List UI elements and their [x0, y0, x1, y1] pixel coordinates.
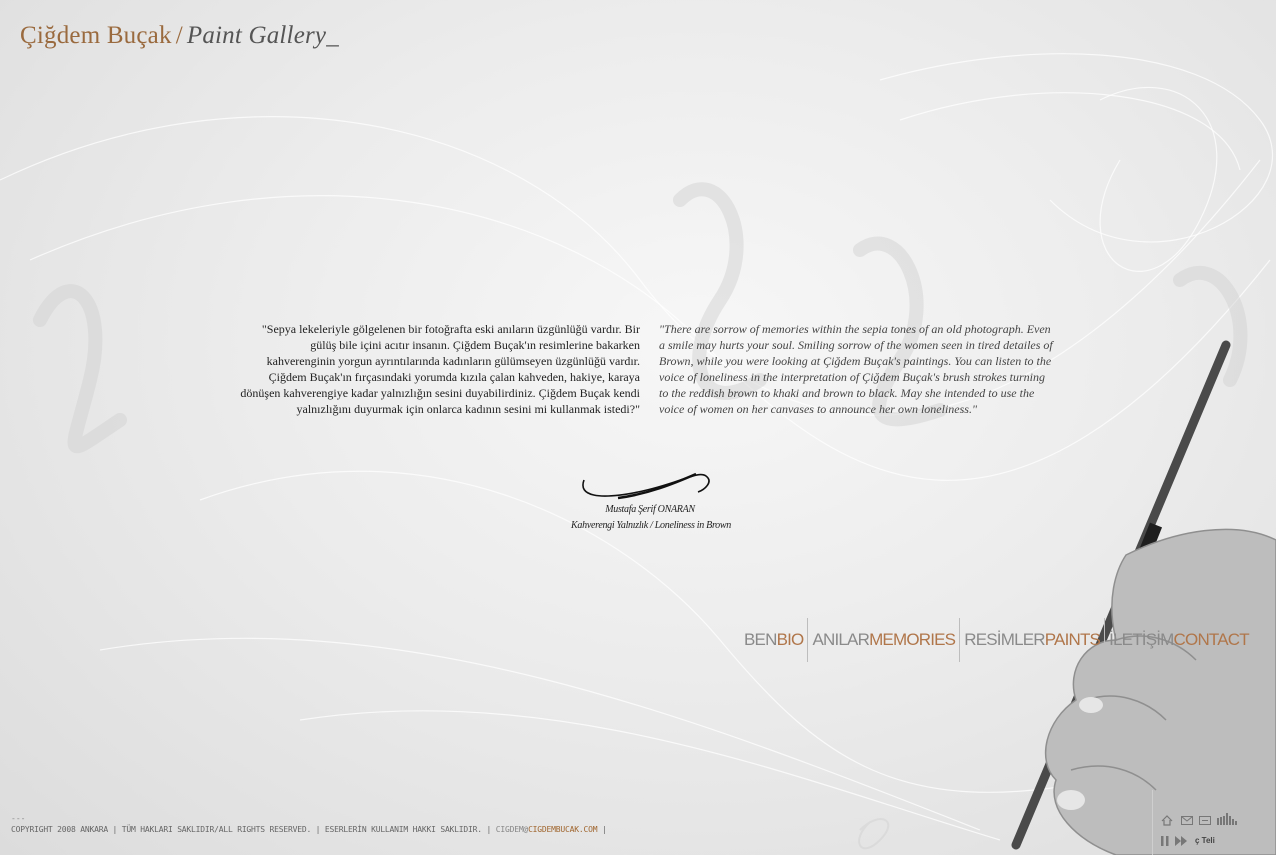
contact-email-link[interactable]: CIGDEM@CIGDEMBUCAK.COM: [496, 825, 598, 834]
title-separator: /: [175, 22, 183, 49]
quote-author: Mustafa Şerif ONARAN: [605, 504, 695, 515]
mail-icon[interactable]: [1181, 816, 1193, 825]
nav-item-bio[interactable]: BEN BIO: [740, 618, 809, 662]
nav-item-contact[interactable]: İLETİŞİM CONTACT: [1105, 618, 1254, 662]
nav-label-tr: BEN: [744, 630, 777, 649]
copyright-text: COPYRIGHT 2008 ANKARA | TÜM HAKLARI SAKL…: [11, 825, 492, 834]
quote-english: "There are sorrow of memories within the…: [659, 322, 1053, 416]
fast-forward-icon[interactable]: [1175, 836, 1187, 846]
site-title[interactable]: Çiğdem Buçak / Paint Gallery_: [20, 22, 339, 50]
email-domain: CIGDEMBUCAK.COM: [528, 825, 598, 834]
footer: COPYRIGHT 2008 ANKARA | TÜM HAKLARI SAKL…: [11, 825, 607, 834]
nav-label-en: CONTACT: [1173, 630, 1250, 649]
nav-item-memories[interactable]: ANILAR MEMORIES: [808, 618, 961, 662]
gallery-subtitle: Paint Gallery_: [186, 22, 339, 49]
language-toggle[interactable]: ç Teli: [1195, 836, 1215, 845]
nav-label-en: MEMORIES: [869, 630, 956, 649]
artist-name: Çiğdem Buçak: [20, 22, 172, 49]
home-icon[interactable]: [1161, 815, 1173, 826]
hand-with-brush-image: [1011, 340, 1276, 855]
toolbar-panel: ç Teli: [1152, 790, 1276, 855]
nav-label-en: BIO: [776, 630, 805, 649]
pause-icon[interactable]: [1161, 836, 1169, 846]
nav-label-tr: ANILAR: [812, 630, 870, 649]
quote-turkish: "Sepya lekeleriyle gölgelenen bir fotoğr…: [240, 322, 640, 416]
footer-end-separator: |: [601, 825, 607, 834]
email-user: CIGDEM@: [495, 825, 529, 834]
nav-label-en: PAINTS: [1044, 630, 1101, 649]
signature-flourish: [582, 472, 710, 500]
nav-label-tr: RESİMLER: [964, 630, 1045, 649]
nav-label-tr: İLETİŞİM: [1109, 630, 1174, 649]
footer-dashes: ---: [11, 814, 26, 823]
main-navigation: BEN BIO ANILAR MEMORIES RESİMLER PAINTS İLE…: [740, 618, 1254, 662]
nav-item-paints[interactable]: RESİMLER PAINTS: [960, 618, 1106, 662]
sound-bars-icon[interactable]: [1217, 813, 1239, 825]
quote-source-book: Kahverengi Yalnızlık / Loneliness in Bro…: [571, 520, 731, 531]
minimize-icon[interactable]: [1199, 816, 1211, 825]
